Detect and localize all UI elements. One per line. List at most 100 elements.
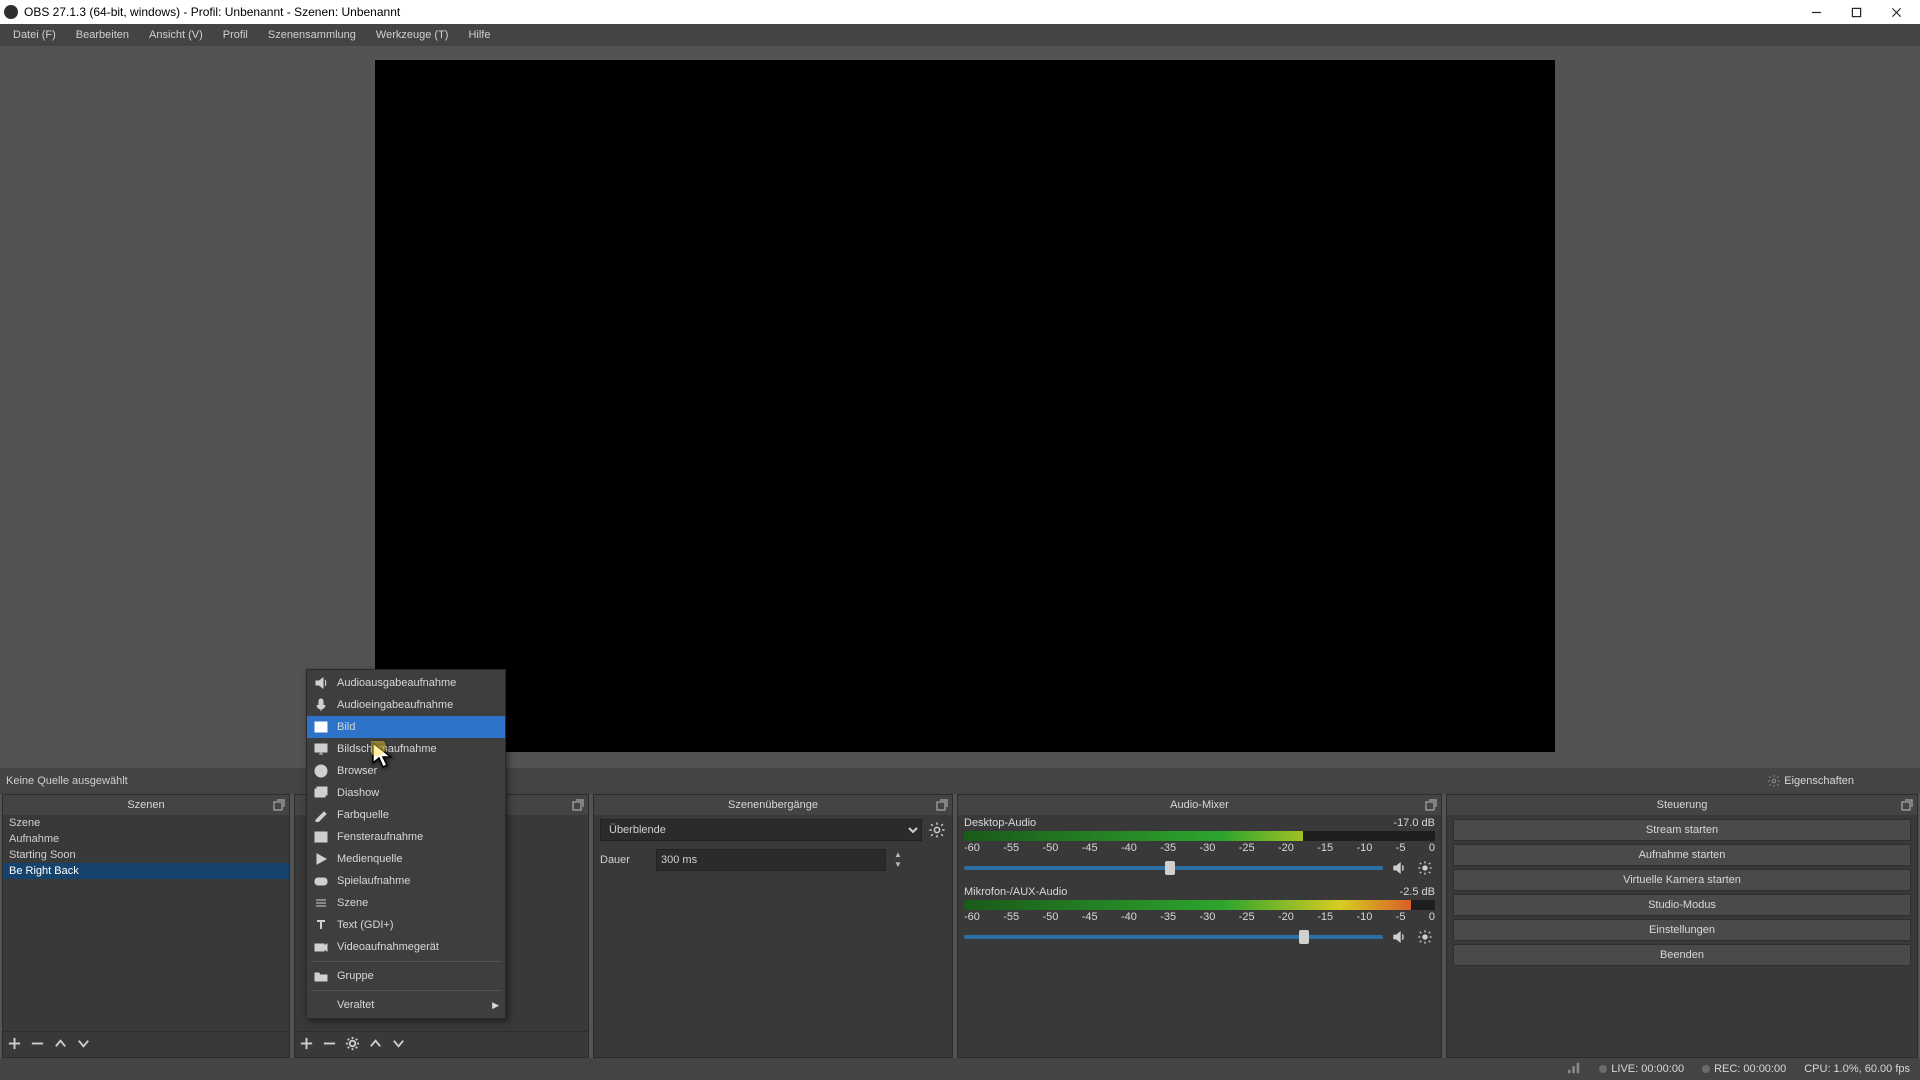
scene-item[interactable]: Starting Soon xyxy=(3,847,289,863)
popout-icon[interactable] xyxy=(1425,799,1437,811)
docks-row: Szenen Szene Aufnahme Starting Soon Be R… xyxy=(0,794,1920,1058)
network-status-icon xyxy=(1567,1061,1581,1078)
controls-header[interactable]: Steuerung xyxy=(1447,795,1917,815)
popout-icon[interactable] xyxy=(936,799,948,811)
minimize-button[interactable] xyxy=(1796,0,1836,24)
meter-ticks: -60-55-50-45-40-35-30-25-20-15-10-50 xyxy=(964,911,1435,923)
source-type-item[interactable]: Spielaufnahme xyxy=(307,870,505,892)
settings-button[interactable]: Einstellungen xyxy=(1453,919,1911,941)
transitions-header[interactable]: Szenenübergänge xyxy=(594,795,952,815)
live-status: LIVE: 00:00:00 xyxy=(1599,1063,1684,1075)
menu-label: Browser xyxy=(337,765,377,777)
text-icon xyxy=(313,917,329,933)
duration-input[interactable] xyxy=(656,849,886,871)
menu-help[interactable]: Hilfe xyxy=(459,27,499,43)
track-name: Mikrofon-/AUX-Audio xyxy=(964,886,1067,898)
source-info-bar: Keine Quelle ausgewählt Eigenschaften xyxy=(0,768,1920,794)
source-type-item[interactable]: Szene xyxy=(307,892,505,914)
transitions-body: Überblende Dauer ▲▼ xyxy=(594,815,952,1057)
play-icon xyxy=(313,851,329,867)
start-virtualcam-button[interactable]: Virtuelle Kamera starten xyxy=(1453,869,1911,891)
track-db: -2.5 dB xyxy=(1400,886,1435,898)
menu-tools[interactable]: Werkzeuge (T) xyxy=(367,27,458,43)
menu-label: Veraltet xyxy=(337,999,374,1011)
menu-label: Medienquelle xyxy=(337,853,402,865)
gear-icon[interactable] xyxy=(1415,858,1435,878)
controls-body: Stream starten Aufnahme starten Virtuell… xyxy=(1447,815,1917,1057)
move-source-up-button[interactable] xyxy=(368,1036,383,1054)
group-item[interactable]: Gruppe xyxy=(307,965,505,987)
menu-label: Bild xyxy=(337,721,355,733)
menu-scenecollection[interactable]: Szenensammlung xyxy=(259,27,365,43)
popout-icon[interactable] xyxy=(1901,799,1913,811)
scene-icon xyxy=(313,895,329,911)
popout-icon[interactable] xyxy=(273,799,285,811)
volume-slider[interactable] xyxy=(964,935,1383,939)
speaker-icon[interactable] xyxy=(1389,858,1409,878)
source-type-item[interactable]: Bildschirmaufnahme xyxy=(307,738,505,760)
transition-select[interactable]: Überblende xyxy=(600,819,922,841)
scene-item[interactable]: Szene xyxy=(3,815,289,831)
properties-button[interactable]: Eigenschaften xyxy=(1767,774,1914,788)
source-type-item[interactable]: Medienquelle xyxy=(307,848,505,870)
preview-canvas[interactable] xyxy=(375,60,1555,752)
source-type-item[interactable]: Audioeingabeaufnahme xyxy=(307,694,505,716)
cpu-status: CPU: 1.0%, 60.00 fps xyxy=(1804,1063,1910,1075)
move-scene-down-button[interactable] xyxy=(76,1036,91,1054)
menu-label: Text (GDI+) xyxy=(337,919,394,931)
source-type-item[interactable]: Audioausgabeaufnahme xyxy=(307,672,505,694)
menu-edit[interactable]: Bearbeiten xyxy=(67,27,138,43)
mic-icon xyxy=(313,697,329,713)
game-icon xyxy=(313,873,329,889)
scenes-header[interactable]: Szenen xyxy=(3,795,289,815)
source-type-item[interactable]: Text (GDI+) xyxy=(307,914,505,936)
add-scene-button[interactable] xyxy=(7,1036,22,1054)
volume-slider[interactable] xyxy=(964,866,1383,870)
deprecated-submenu[interactable]: Veraltet▶ xyxy=(307,994,505,1016)
move-scene-up-button[interactable] xyxy=(53,1036,68,1054)
start-recording-button[interactable]: Aufnahme starten xyxy=(1453,844,1911,866)
close-button[interactable] xyxy=(1876,0,1916,24)
studio-mode-button[interactable]: Studio-Modus xyxy=(1453,894,1911,916)
add-source-button[interactable] xyxy=(299,1036,314,1054)
menu-label: Audioeingabeaufnahme xyxy=(337,699,453,711)
mixer-header[interactable]: Audio-Mixer xyxy=(958,795,1441,815)
menu-view[interactable]: Ansicht (V) xyxy=(140,27,212,43)
menu-file[interactable]: Datei (F) xyxy=(4,27,65,43)
gear-icon[interactable] xyxy=(1415,927,1435,947)
move-source-down-button[interactable] xyxy=(391,1036,406,1054)
maximize-button[interactable] xyxy=(1836,0,1876,24)
source-properties-button[interactable] xyxy=(345,1036,360,1054)
start-stream-button[interactable]: Stream starten xyxy=(1453,819,1911,841)
vu-meter xyxy=(964,900,1435,910)
window-icon xyxy=(313,829,329,845)
exit-button[interactable]: Beenden xyxy=(1453,944,1911,966)
statusbar: LIVE: 00:00:00 REC: 00:00:00 CPU: 1.0%, … xyxy=(0,1058,1920,1080)
gear-icon[interactable] xyxy=(928,821,946,839)
brush-icon xyxy=(313,807,329,823)
source-type-item[interactable]: Fensteraufnahme xyxy=(307,826,505,848)
remove-scene-button[interactable] xyxy=(30,1036,45,1054)
duration-spinner[interactable]: ▲▼ xyxy=(892,850,904,870)
scenes-dock: Szenen Szene Aufnahme Starting Soon Be R… xyxy=(2,794,290,1058)
scene-item[interactable]: Be Right Back xyxy=(3,863,289,879)
source-type-item[interactable]: Browser xyxy=(307,760,505,782)
titlebar: OBS 27.1.3 (64-bit, windows) - Profil: U… xyxy=(0,0,1920,24)
popout-icon[interactable] xyxy=(572,799,584,811)
remove-source-button[interactable] xyxy=(322,1036,337,1054)
scene-list[interactable]: Szene Aufnahme Starting Soon Be Right Ba… xyxy=(3,815,289,1031)
add-source-menu[interactable]: Audioausgabeaufnahme Audioeingabeaufnahme… xyxy=(306,669,506,1019)
vu-meter xyxy=(964,831,1435,841)
menu-profile[interactable]: Profil xyxy=(214,27,257,43)
menu-label: Diashow xyxy=(337,787,379,799)
source-type-item[interactable]: Diashow xyxy=(307,782,505,804)
source-type-item[interactable]: Videoaufnahmegerät xyxy=(307,936,505,958)
source-type-item[interactable]: Farbquelle xyxy=(307,804,505,826)
camera-icon xyxy=(313,939,329,955)
source-type-item[interactable]: Bild xyxy=(307,716,505,738)
menu-label: Szene xyxy=(337,897,368,909)
preview-area xyxy=(0,46,1920,774)
menu-separator xyxy=(311,961,501,962)
scene-item[interactable]: Aufnahme xyxy=(3,831,289,847)
speaker-icon[interactable] xyxy=(1389,927,1409,947)
